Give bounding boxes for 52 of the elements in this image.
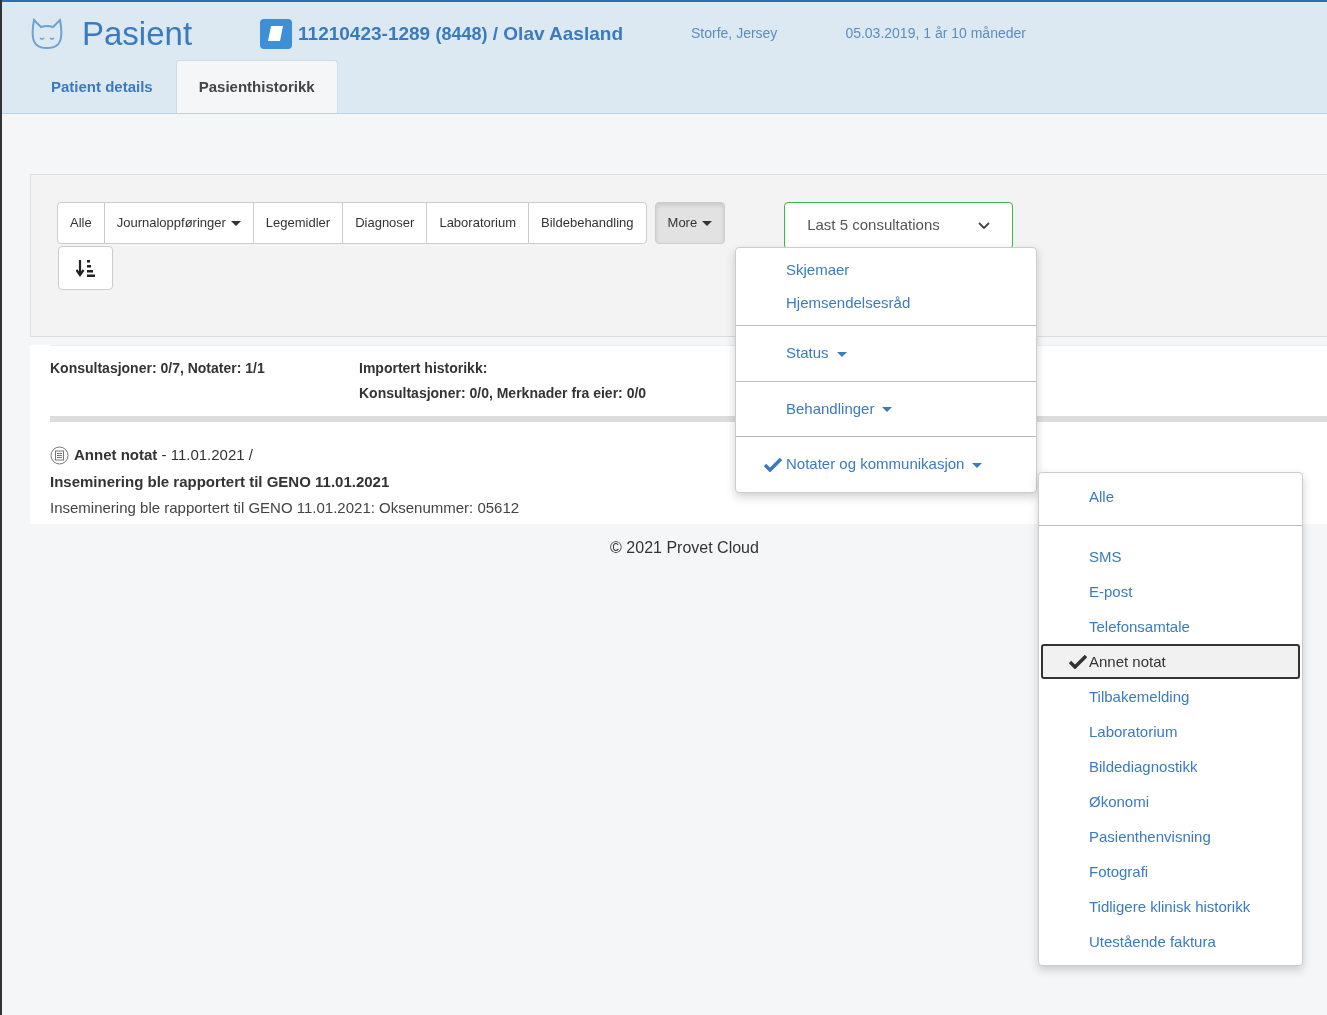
caret-icon	[836, 351, 847, 357]
page-title: Pasient	[82, 14, 193, 54]
imported-history-label: Importert historikk:	[359, 359, 489, 378]
patient-species: Storfe, Jersey	[691, 24, 778, 44]
sort-icon	[75, 259, 96, 277]
tab[interactable]: Pasienthistorikk	[175, 59, 338, 113]
checkmark-icon	[1069, 655, 1087, 669]
submenu-item[interactable]: Fotografi	[1041, 854, 1300, 889]
submenu-item[interactable]: Utestående faktura	[1041, 924, 1300, 959]
note-heading: Annet notat - 11.01.2021 /	[74, 445, 253, 465]
filter-button[interactable]: Alle	[57, 202, 105, 244]
submenu-item[interactable]: Tidligere klinisk historikk	[1041, 889, 1300, 924]
imported-history-counts: Konsultasjoner: 0/0, Merknader fra eier: 0/0	[359, 384, 647, 403]
consultation-select[interactable]: Last 5 consultations	[784, 202, 1014, 249]
submenu-item[interactable]: Laboratorium	[1041, 714, 1300, 749]
filter-button[interactable]: Legemidler	[252, 202, 344, 244]
submenu-item[interactable]: Pasienthenvisning	[1041, 819, 1300, 854]
note-body: Inseminering ble rapportert til GENO 11.01.2021: Oksenummer: 05612	[50, 498, 520, 518]
consultation-counts: Konsultasjoner: 0/7, Notater: 1/1	[50, 359, 266, 378]
select-value: Last 5 consultations	[807, 215, 940, 236]
submenu-item[interactable]: SMS	[1041, 539, 1300, 574]
filter-button[interactable]: Diagnoser	[342, 202, 428, 244]
submenu-item[interactable]: Bildediagnostikk	[1041, 749, 1300, 784]
menu-item[interactable]: Hjemsendelsesråd	[736, 286, 921, 319]
caret-icon	[882, 407, 893, 413]
patient-record: 11210423-1289 (8448) / Olav Aasland	[298, 21, 623, 46]
book-icon	[260, 18, 293, 49]
menu-item[interactable]: Skjemaer	[736, 254, 860, 287]
menu-item[interactable]: Status	[736, 337, 857, 370]
patient-birth-date: 05.03.2019, 1 år 10 måneder	[845, 24, 1026, 44]
chevron-down-icon	[978, 221, 991, 230]
filter-button[interactable]: Bildebehandling	[528, 202, 647, 244]
menu-item[interactable]: Notater og kommunikasjon	[736, 448, 993, 481]
caret-icon	[972, 462, 983, 468]
submenu-item[interactable]: Økonomi	[1041, 784, 1300, 819]
note-title: Inseminering ble rapportert til GENO 11.01.2021	[50, 471, 390, 492]
checkmark-icon	[764, 458, 782, 472]
submenu-item[interactable]: Telefonsamtale	[1041, 609, 1300, 644]
copyright-text: © 2021 Provet Cloud	[610, 537, 759, 558]
sort-button[interactable]	[58, 246, 113, 290]
submenu-item[interactable]: Alle	[1041, 479, 1300, 514]
caret-icon	[702, 221, 713, 227]
submenu-item[interactable]: Tilbakemelding	[1041, 679, 1300, 714]
caret-icon	[230, 221, 241, 227]
submenu-item[interactable]: Annet notat	[1041, 644, 1300, 679]
menu-item[interactable]: Behandlinger	[736, 392, 903, 425]
more-button[interactable]: More	[654, 202, 726, 244]
filter-button[interactable]: Laboratorium	[426, 202, 529, 244]
submenu-item[interactable]: E-post	[1041, 574, 1300, 609]
note-icon	[50, 445, 69, 465]
filter-button[interactable]: Journaloppføringer	[103, 202, 254, 244]
tab[interactable]: Patient details	[28, 59, 176, 113]
